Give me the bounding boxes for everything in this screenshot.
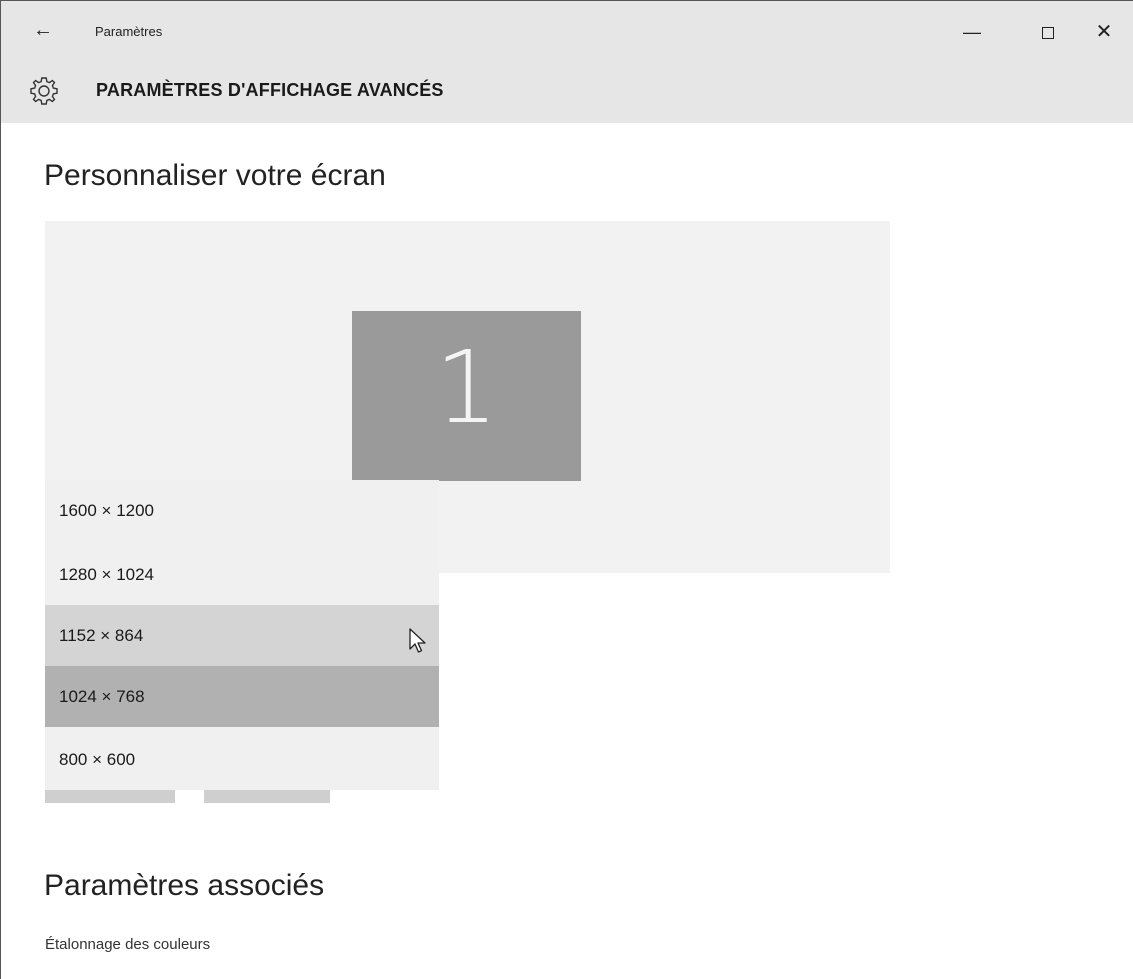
resolution-option[interactable]: 1600 × 1200 xyxy=(45,480,439,541)
minimize-button[interactable]: — xyxy=(957,19,987,45)
section-title-related: Paramètres associés xyxy=(44,869,325,902)
resolution-dropdown-list: 1600 × 1200 1280 × 1024 1152 × 864 1024 … xyxy=(45,480,439,790)
minimize-icon: — xyxy=(963,22,981,42)
settings-window: ← Paramètres — ✕ PARAMÈTRES D'AFFICHAGE … xyxy=(0,0,1133,979)
resolution-option-selected[interactable]: 1024 × 768 xyxy=(45,666,439,727)
resolution-option-hovered[interactable]: 1152 × 864 xyxy=(45,605,439,666)
section-title-customize: Personnaliser votre écran xyxy=(44,159,386,192)
arrow-left-icon: ← xyxy=(33,19,53,41)
close-icon: ✕ xyxy=(1095,21,1113,43)
gear-icon xyxy=(30,77,58,105)
resolution-option[interactable]: 800 × 600 xyxy=(45,729,439,790)
resolution-option[interactable]: 1280 × 1024 xyxy=(45,544,439,605)
monitor-1-tile[interactable]: 1 xyxy=(352,311,581,481)
back-button[interactable]: ← xyxy=(31,18,55,42)
page-header: PARAMÈTRES D'AFFICHAGE AVANCÉS xyxy=(1,61,1133,123)
color-calibration-link[interactable]: Étalonnage des couleurs xyxy=(45,936,210,953)
monitor-number: 1 xyxy=(434,329,499,446)
maximize-icon xyxy=(1042,27,1054,40)
app-title: Paramètres xyxy=(95,24,163,39)
page-title: PARAMÈTRES D'AFFICHAGE AVANCÉS xyxy=(96,80,444,100)
title-bar: ← Paramètres — ✕ xyxy=(1,1,1133,61)
close-button[interactable]: ✕ xyxy=(1089,19,1119,45)
maximize-button[interactable] xyxy=(1033,19,1063,45)
mouse-cursor-icon xyxy=(409,628,426,653)
